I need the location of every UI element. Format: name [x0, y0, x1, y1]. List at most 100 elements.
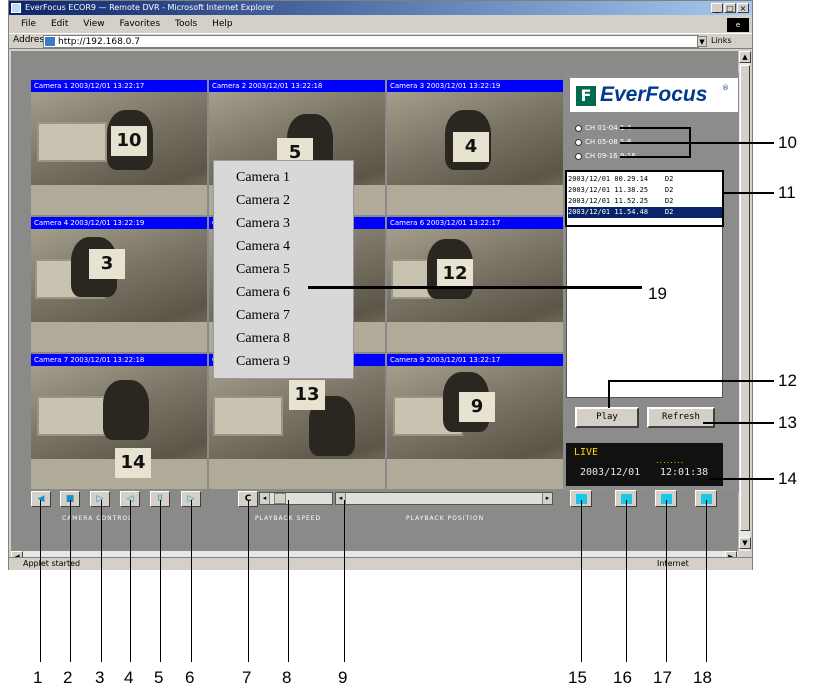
camera-tile-4[interactable]: Camera 4 2003/12/01 13:22:19 3 — [31, 217, 207, 352]
callout-line-9 — [344, 500, 345, 662]
callout-line-6 — [191, 500, 192, 662]
callout-line-10 — [690, 142, 774, 144]
scroll-thumb[interactable] — [740, 65, 750, 531]
camera-timestamp: Camera 9 2003/12/01 13:22:17 — [387, 354, 563, 366]
playback-position-slider[interactable]: ◂ ▸ — [335, 492, 553, 505]
menu-help[interactable]: Help — [212, 17, 233, 31]
callout-line-5 — [160, 500, 161, 662]
monitor — [37, 122, 107, 162]
address-dropdown-icon[interactable]: ▼ — [697, 36, 707, 47]
close-button[interactable]: × — [737, 3, 749, 13]
callout-5: 5 — [154, 668, 164, 687]
menu-edit[interactable]: Edit — [51, 17, 68, 31]
menu-favorites[interactable]: Favorites — [119, 17, 160, 31]
menu-camera-5[interactable]: Camera 5 — [236, 258, 346, 281]
status-text: Applet started — [23, 559, 81, 568]
callout-line-10 — [620, 142, 690, 144]
callout-line-8 — [288, 500, 289, 662]
radio-icon[interactable] — [575, 152, 582, 160]
callout-line-17 — [666, 500, 667, 662]
callout-6: 6 — [185, 668, 195, 687]
menu-file[interactable]: File — [21, 17, 36, 31]
callout-8: 8 — [282, 668, 292, 687]
callout-7: 7 — [242, 668, 252, 687]
radio-icon[interactable] — [575, 138, 582, 146]
radio-icon[interactable] — [575, 124, 582, 132]
callout-2: 2 — [63, 668, 73, 687]
position-right-icon[interactable]: ▸ — [542, 493, 552, 504]
callout-16: 16 — [613, 668, 632, 687]
callout-11: 11 — [778, 183, 796, 202]
vertical-scrollbar[interactable]: ▲ ▼ — [738, 51, 751, 551]
page-icon — [45, 37, 55, 46]
links-label[interactable]: Links — [711, 36, 732, 45]
window-title: EverFocus ECOR9 — Remote DVR - Microsoft… — [9, 1, 752, 15]
address-bar: Address http://192.168.0.7 ▼ Links — [9, 33, 752, 49]
camera-feed: 3 — [31, 229, 207, 352]
callout-line-2 — [70, 500, 71, 662]
camera-feed: 13 — [209, 366, 385, 489]
scroll-up-icon[interactable]: ▲ — [739, 51, 751, 63]
menu-camera-6[interactable]: Camera 6 — [236, 281, 346, 304]
status-bar: Applet started Internet — [9, 557, 752, 570]
menu-view[interactable]: View — [83, 17, 104, 31]
camera-select-menu[interactable]: Camera 1 Camera 2 Camera 3 Camera 4 Came… — [213, 160, 354, 379]
callout-13: 13 — [778, 413, 797, 432]
speed-left-icon[interactable]: ◂ — [260, 493, 270, 504]
callout-line-1 — [40, 500, 41, 662]
callout-4: 4 — [124, 668, 134, 687]
minimize-button[interactable]: _ — [711, 3, 723, 13]
menu-camera-3[interactable]: Camera 3 — [236, 212, 346, 235]
callout-17: 17 — [653, 668, 672, 687]
callout-line-10 — [620, 127, 690, 129]
menu-camera-4[interactable]: Camera 4 — [236, 235, 346, 258]
desk — [209, 459, 385, 489]
menu-tools[interactable]: Tools — [175, 17, 197, 31]
refresh-button[interactable]: Refresh — [647, 407, 715, 428]
camera-feed: 4 — [387, 92, 563, 215]
callout-line-13 — [703, 422, 774, 424]
everfocus-logo: F EverFocus ® — [570, 78, 738, 112]
camera-number-card: 12 — [437, 259, 473, 289]
camera-timestamp: Camera 7 2003/12/01 13:22:18 — [31, 354, 207, 366]
desk — [387, 185, 563, 215]
menu-camera-9[interactable]: Camera 9 — [236, 350, 346, 373]
logo-registered: ® — [722, 84, 729, 92]
play-button[interactable]: Play — [575, 407, 639, 428]
menu-camera-1[interactable]: Camera 1 — [236, 166, 346, 189]
camera-timestamp: Camera 6 2003/12/01 13:22:17 — [387, 217, 563, 229]
desk — [387, 459, 563, 489]
callout-line-15 — [581, 500, 582, 662]
camera-timestamp: Camera 3 2003/12/01 13:22:19 — [387, 80, 563, 92]
menu-bar: File Edit View Favorites Tools Help — [9, 17, 752, 31]
desk — [387, 322, 563, 352]
camera-tile-9[interactable]: Camera 9 2003/12/01 13:22:17 9 — [387, 354, 563, 489]
speed-thumb[interactable] — [274, 493, 286, 504]
camera-tile-7[interactable]: Camera 7 2003/12/01 13:22:18 14 — [31, 354, 207, 489]
camera-feed: 12 — [387, 229, 563, 352]
live-label: LIVE — [574, 447, 599, 458]
camera-timestamp: Camera 2 2003/12/01 13:22:18 — [209, 80, 385, 92]
camera-number-card: 14 — [115, 448, 151, 478]
callout-line-7 — [248, 500, 249, 662]
camera-timestamp: Camera 1 2003/12/01 13:22:17 — [31, 80, 207, 92]
camera-number-card: 10 — [111, 126, 147, 156]
rewind-icon[interactable]: ◀ — [31, 491, 51, 507]
callout-line-12 — [608, 380, 774, 382]
menu-camera-2[interactable]: Camera 2 — [236, 189, 346, 212]
camera-tile-1[interactable]: Camera 1 2003/12/01 13:22:17 10 — [31, 80, 207, 215]
menu-camera-7[interactable]: Camera 7 — [236, 304, 346, 327]
camera-control-label: CAMERA CONTROL — [62, 515, 133, 522]
menu-camera-8[interactable]: Camera 8 — [236, 327, 346, 350]
camera-tile-6[interactable]: Camera 6 2003/12/01 13:22:17 12 — [387, 217, 563, 352]
maximize-button[interactable]: □ — [724, 3, 736, 13]
play-icon[interactable]: ▷ — [90, 491, 110, 507]
live-status: LIVE ........ 2003/12/01 12:01:38 — [566, 443, 723, 486]
scroll-down-icon[interactable]: ▼ — [739, 537, 751, 549]
camera-feed: 14 — [31, 366, 207, 489]
callout-line-14 — [709, 478, 774, 480]
address-input[interactable]: http://192.168.0.7 — [43, 35, 699, 48]
playback-speed-slider[interactable]: ◂ — [259, 492, 333, 505]
camera-number-card: 3 — [89, 249, 125, 279]
camera-tile-3[interactable]: Camera 3 2003/12/01 13:22:19 4 — [387, 80, 563, 215]
